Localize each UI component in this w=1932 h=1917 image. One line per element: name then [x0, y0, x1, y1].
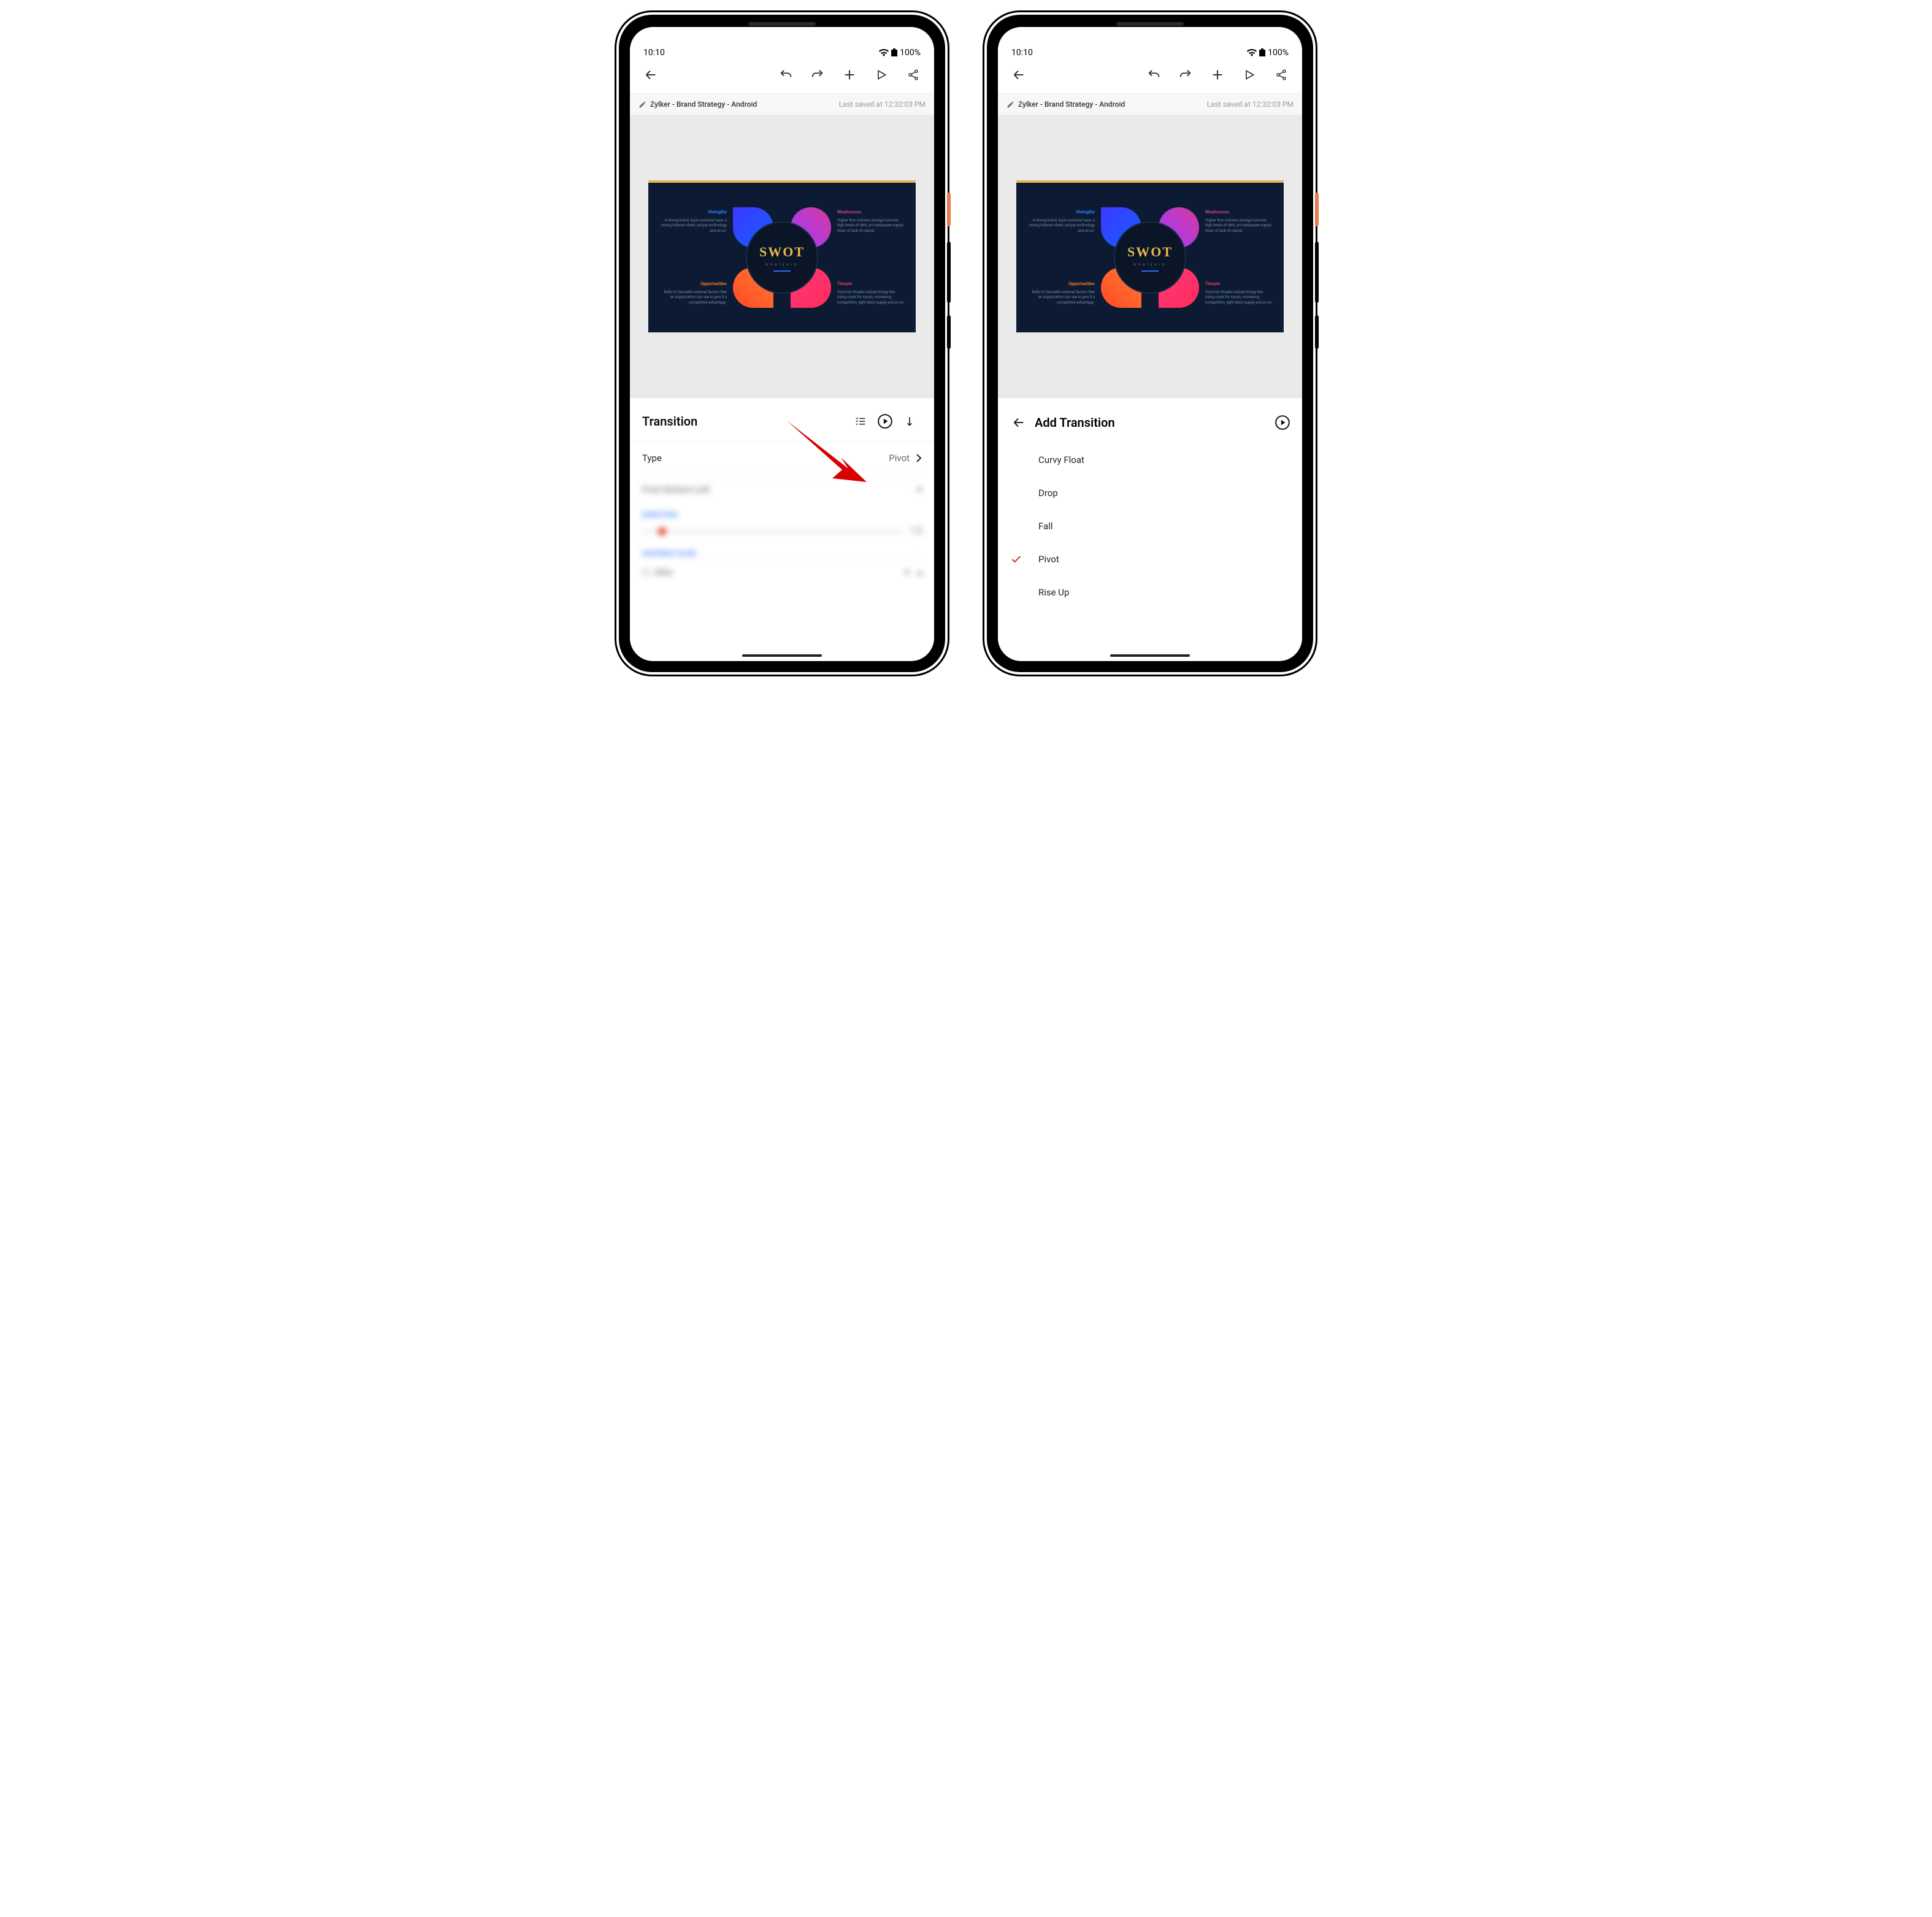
transition-option-curvy-float[interactable]: Curvy Float: [998, 443, 1302, 476]
duration-value: 1.5: [910, 526, 922, 536]
screen-left: 10:10 100% Zylker - Brand Strategy - And…: [630, 27, 934, 661]
document-title: Zylker - Brand Strategy - Android: [650, 100, 757, 109]
type-label: Type: [642, 453, 889, 464]
type-row[interactable]: Type Pivot: [630, 441, 934, 475]
quad-strengths: StrengthsA strong brand, loyal customer …: [659, 210, 727, 234]
quad-weaknesses: WeaknessesHigher than industry average t…: [837, 210, 905, 234]
panel-back-button[interactable]: [1005, 409, 1032, 436]
undo-button[interactable]: [1138, 59, 1170, 91]
volume-button: [1315, 242, 1319, 303]
back-button[interactable]: [635, 59, 667, 91]
add-button[interactable]: [834, 59, 865, 91]
slide-canvas[interactable]: SWOT Analysis StrengthsA strong brand, l…: [630, 115, 934, 397]
undo-button[interactable]: [770, 59, 802, 91]
document-bar: Zylker - Brand Strategy - Android Last s…: [998, 93, 1302, 115]
edit-icon[interactable]: [638, 101, 646, 109]
blurred-options: From Bottom-Left▾ DURATION 1.5 ADVANCE S…: [630, 475, 934, 587]
nav-pill[interactable]: [1110, 654, 1190, 657]
panel-header: Transition: [630, 398, 934, 441]
nav-pill[interactable]: [742, 654, 822, 657]
chevron-right-icon: [916, 453, 922, 463]
quad-threats: ThreatsCommon threats include things lik…: [837, 281, 905, 305]
check-icon: [1010, 553, 1022, 565]
app-toolbar: [998, 56, 1302, 93]
duration-slider[interactable]: 1.5: [642, 519, 922, 543]
slide-canvas[interactable]: SWOT Analysis StrengthsA strong brand, l…: [998, 115, 1302, 397]
swot-subtitle: Analysis: [1133, 262, 1167, 267]
reorder-icon[interactable]: [848, 409, 873, 434]
swot-subtitle: Analysis: [765, 262, 799, 267]
quad-strengths: StrengthsA strong brand, loyal customer …: [1027, 210, 1095, 234]
wifi-icon: [1247, 49, 1257, 56]
type-value: Pivot: [889, 453, 910, 464]
document-title: Zylker - Brand Strategy - Android: [1018, 100, 1125, 109]
collapse-icon[interactable]: [897, 409, 922, 434]
app-toolbar: [630, 56, 934, 93]
share-button[interactable]: [897, 59, 929, 91]
side-button: [1315, 315, 1319, 349]
list-title: Add Transition: [1035, 415, 1270, 430]
swot-title: SWOT: [759, 244, 805, 260]
speaker-grill: [1116, 22, 1184, 26]
status-bar: 10:10 100%: [630, 27, 934, 56]
screen-right: 10:10 100% Zylker - Brand Strategy - And…: [998, 27, 1302, 661]
direction-value: From Bottom-Left: [642, 485, 710, 495]
side-button: [947, 315, 951, 349]
swot-title: SWOT: [1127, 244, 1173, 260]
swot-center: SWOT Analysis: [1114, 221, 1186, 294]
volume-button: [947, 242, 951, 303]
advance-label: ADVANCE SLIDE: [642, 543, 922, 557]
quad-weaknesses: WeaknessesHigher than industry average t…: [1205, 210, 1273, 234]
preview-play-icon[interactable]: [1270, 410, 1295, 435]
power-button: [1315, 193, 1319, 226]
slide-preview: SWOT Analysis StrengthsA strong brand, l…: [1016, 180, 1284, 332]
swot-underline: [1141, 270, 1159, 272]
phone-frame-right: 10:10 100% Zylker - Brand Strategy - And…: [984, 12, 1316, 675]
transition-option-fall[interactable]: Fall: [998, 510, 1302, 543]
transition-panel: Transition Type Pivot From Bottom-Left▾ …: [630, 397, 934, 661]
duration-label: DURATION: [642, 505, 922, 519]
phone-frame-left: 10:10 100% Zylker - Brand Strategy - And…: [616, 12, 948, 675]
status-bar: 10:10 100%: [998, 27, 1302, 56]
last-saved-text: Last saved at 12:32:03 PM: [839, 100, 926, 109]
play-button[interactable]: [865, 59, 897, 91]
transition-option-rise-up[interactable]: Rise Up: [998, 576, 1302, 609]
play-button[interactable]: [1233, 59, 1265, 91]
power-button: [947, 193, 951, 226]
quad-opportunities: OpportunitiesRefer to favorable external…: [659, 281, 727, 305]
transition-option-pivot[interactable]: Pivot: [998, 543, 1302, 576]
quad-threats: ThreatsCommon threats include things lik…: [1205, 281, 1273, 305]
redo-button[interactable]: [802, 59, 834, 91]
swot-underline: [773, 270, 791, 272]
swot-center: SWOT Analysis: [746, 221, 818, 294]
speaker-grill: [748, 22, 816, 26]
preview-play-icon[interactable]: [873, 409, 897, 434]
back-button[interactable]: [1003, 59, 1035, 91]
quad-opportunities: OpportunitiesRefer to favorable external…: [1027, 281, 1095, 305]
panel-title: Transition: [642, 414, 848, 429]
redo-button[interactable]: [1170, 59, 1202, 91]
transition-option-drop[interactable]: Drop: [998, 476, 1302, 510]
edit-icon[interactable]: [1006, 101, 1014, 109]
last-saved-text: Last saved at 12:32:03 PM: [1207, 100, 1294, 109]
share-button[interactable]: [1265, 59, 1297, 91]
slide-preview: SWOT Analysis StrengthsA strong brand, l…: [648, 180, 916, 332]
list-header: Add Transition: [998, 398, 1302, 443]
wifi-icon: [879, 49, 889, 56]
add-button[interactable]: [1202, 59, 1233, 91]
add-transition-panel: Add Transition Curvy Float Drop Fall Piv…: [998, 397, 1302, 661]
document-bar: Zylker - Brand Strategy - Android Last s…: [630, 93, 934, 115]
